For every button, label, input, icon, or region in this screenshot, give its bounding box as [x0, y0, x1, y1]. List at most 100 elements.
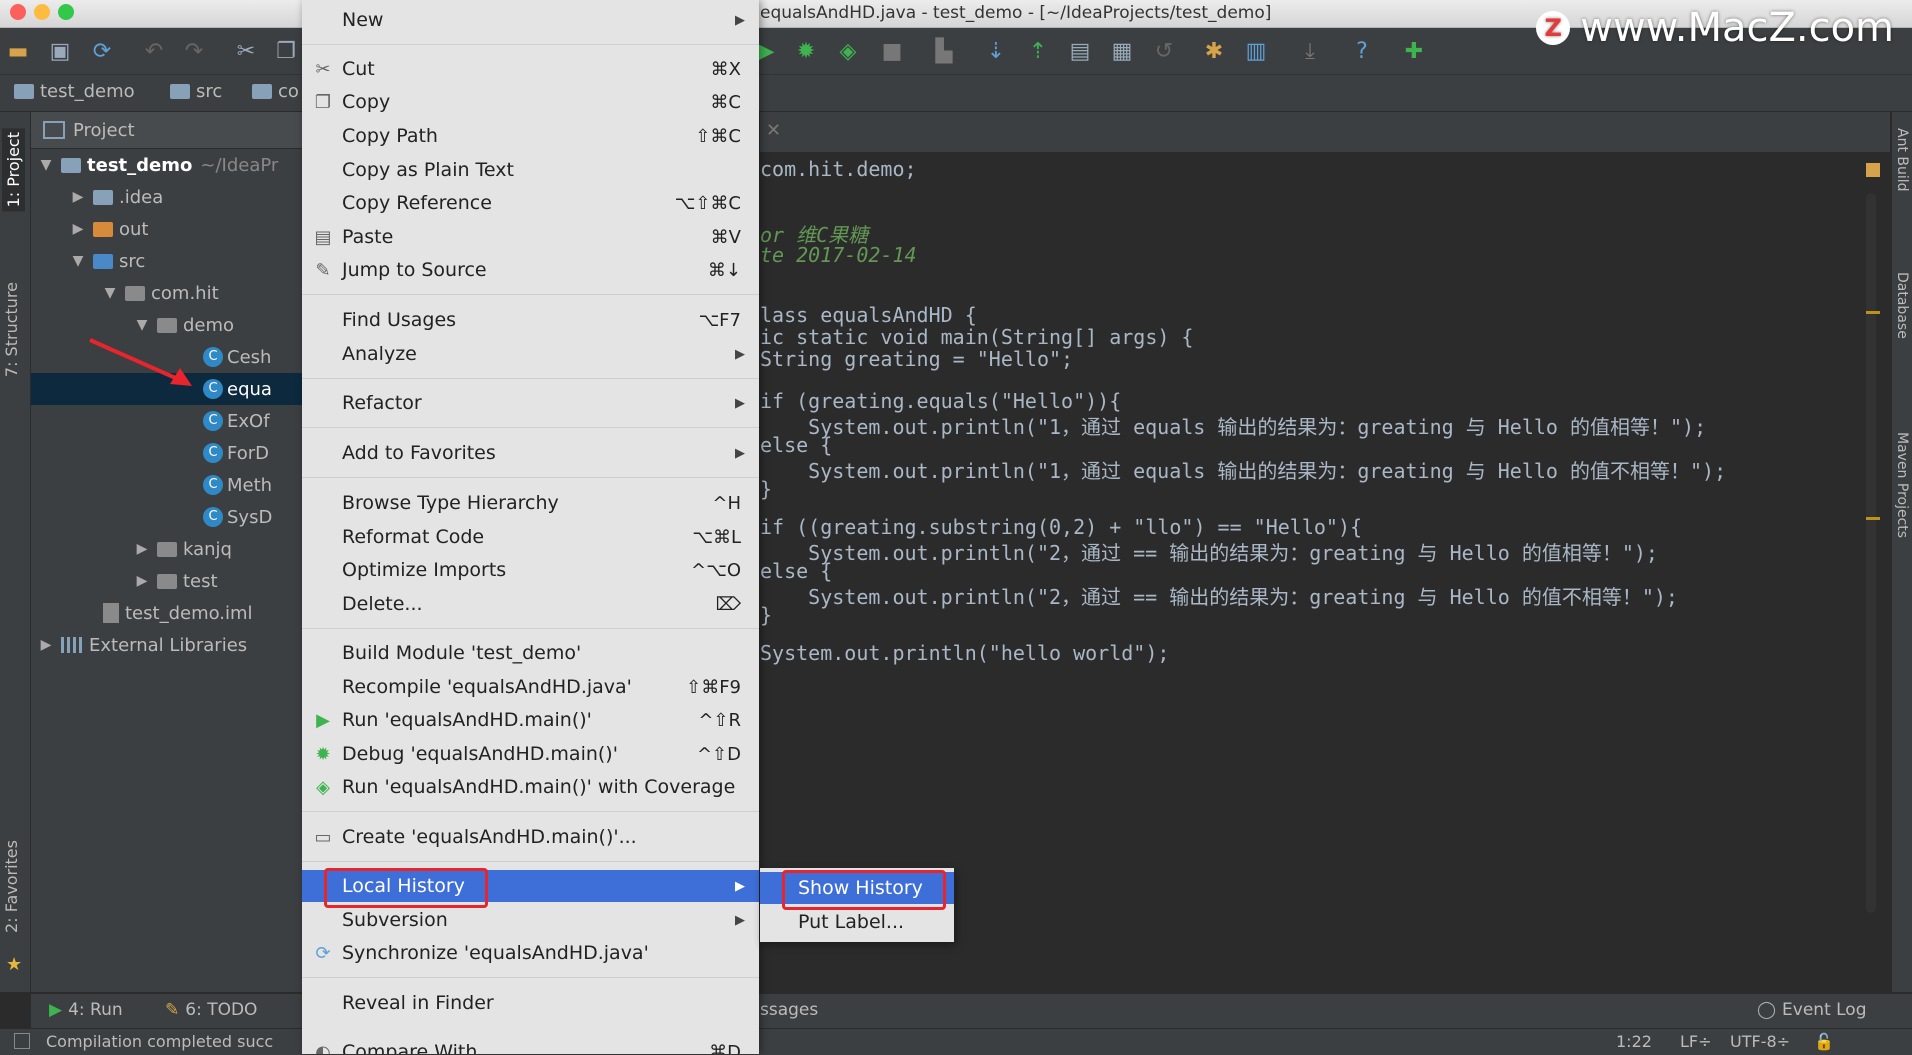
tree-node-demo[interactable]: ▼ demo — [31, 309, 303, 341]
menu-item-run[interactable]: ▶ Run 'equalsAndHD.main()' ^⇧R — [302, 704, 759, 736]
plugin-icon[interactable]: ✚ — [1400, 37, 1428, 65]
menu-item-copy-plain-text[interactable]: Copy as Plain Text — [302, 154, 759, 186]
menu-item-new[interactable]: New ▶ — [302, 4, 759, 36]
menu-item-subversion[interactable]: Subversion ▶ — [302, 904, 759, 936]
menu-item-build-module[interactable]: Build Module 'test_demo' — [302, 637, 759, 669]
menu-item-browse-type-hierarchy[interactable]: Browse Type Hierarchy ^H — [302, 487, 759, 519]
error-stripe-marker[interactable] — [1866, 311, 1880, 314]
menu-item-copy-reference[interactable]: Copy Reference ⌥⇧⌘C — [302, 187, 759, 219]
copy-icon[interactable]: ❐ — [272, 37, 300, 65]
menu-item-delete[interactable]: Delete... ⌦ — [302, 588, 759, 620]
expand-arrow-icon[interactable]: ▼ — [133, 317, 151, 333]
expand-arrow-icon[interactable]: ▼ — [69, 253, 87, 269]
tab-favorites[interactable]: 2: Favorites — [2, 840, 21, 933]
tab-ant-build[interactable]: Ant Build — [1894, 128, 1910, 192]
tab-todo[interactable]: ✎ 6: TODO — [165, 1000, 257, 1020]
collapse-arrow-icon[interactable]: ▶ — [69, 189, 87, 205]
vcs-commit-icon[interactable]: ⇡ — [1024, 37, 1052, 65]
settings-icon[interactable]: ✱ — [1200, 37, 1228, 65]
tree-node-class[interactable]: C ExOf — [31, 405, 303, 437]
editor-scrollbar[interactable] — [1866, 193, 1876, 913]
menu-item-synchronize[interactable]: ⟳ Synchronize 'equalsAndHD.java' — [302, 937, 759, 969]
collapse-arrow-icon[interactable]: ▶ — [133, 573, 151, 589]
menu-item-recompile[interactable]: Recompile 'equalsAndHD.java' ⇧⌘F9 — [302, 671, 759, 703]
menu-item-jump-to-source[interactable]: ✎ Jump to Source ⌘↓ — [302, 254, 759, 286]
sdk-icon[interactable]: ⤓ — [1296, 37, 1324, 65]
tab-project[interactable]: 1: Project — [2, 128, 25, 212]
menu-item-create-config[interactable]: ▭ Create 'equalsAndHD.main()'... — [302, 821, 759, 853]
tab-maven-projects[interactable]: Maven Projects — [1894, 432, 1910, 538]
menu-item-copy[interactable]: ❐ Copy ⌘C — [302, 86, 759, 118]
help-icon[interactable]: ? — [1348, 37, 1376, 65]
debug-icon[interactable]: ✹ — [792, 37, 820, 65]
tree-node-package[interactable]: ▼ com.hit — [31, 277, 303, 309]
menu-item-optimize-imports[interactable]: Optimize Imports ^⌥O — [302, 554, 759, 586]
code-editor[interactable]: com.hit.demo; or 维C果糖 te 2017-02-14 lass… — [760, 153, 1890, 992]
tab-event-log[interactable]: ◯ Event Log — [1757, 1000, 1867, 1020]
menu-item-paste[interactable]: ▤ Paste ⌘V — [302, 221, 759, 253]
menu-item-put-label[interactable]: Put Label... — [760, 906, 954, 938]
coverage-icon[interactable]: ◈ — [834, 37, 862, 65]
tool-window-toggle-icon[interactable] — [14, 1033, 30, 1049]
tree-node-iml[interactable]: test_demo.iml — [31, 597, 303, 629]
stop-icon[interactable]: ■ — [878, 37, 906, 65]
sync-icon[interactable]: ⟳ — [88, 37, 116, 65]
tree-node-class[interactable]: C Meth — [31, 469, 303, 501]
menu-item-reveal-in-finder[interactable]: Reveal in Finder — [302, 987, 759, 1019]
menu-item-refactor[interactable]: Refactor ▶ — [302, 387, 759, 419]
save-icon[interactable]: ▣ — [46, 37, 74, 65]
expand-arrow-icon[interactable]: ▼ — [101, 285, 119, 301]
revert-icon[interactable]: ↺ — [1150, 37, 1178, 65]
tab-messages[interactable]: ssages — [760, 1000, 818, 1020]
breadcrumb-project[interactable]: test_demo — [14, 81, 135, 102]
menu-item-cut[interactable]: ✂ Cut ⌘X — [302, 53, 759, 85]
minimize-window-button[interactable] — [34, 4, 50, 20]
redo-icon[interactable]: ↷ — [180, 37, 208, 65]
vcs-compare-icon[interactable]: ▦ — [1108, 37, 1136, 65]
bookmark-icon[interactable]: ▙ — [930, 37, 958, 65]
project-structure-icon[interactable]: ▥ — [1242, 37, 1270, 65]
breadcrumb-src[interactable]: src — [170, 81, 222, 102]
close-window-button[interactable] — [10, 4, 26, 20]
tab-database[interactable]: Database — [1894, 272, 1910, 339]
menu-item-add-to-favorites[interactable]: Add to Favorites ▶ — [302, 437, 759, 469]
tree-node-out[interactable]: ▶ out — [31, 213, 303, 245]
vcs-update-icon[interactable]: ⇣ — [982, 37, 1010, 65]
tree-node-class[interactable]: C SysD — [31, 501, 303, 533]
menu-item-compare-with[interactable]: ◐ Compare With... ⌘D — [302, 1036, 759, 1054]
tree-node-class[interactable]: C ForD — [31, 437, 303, 469]
tab-structure[interactable]: 7: Structure — [2, 282, 21, 377]
tree-node-src[interactable]: ▼ src — [31, 245, 303, 277]
close-tab-icon[interactable]: ✕ — [766, 120, 781, 141]
breadcrumb-package[interactable]: co — [252, 81, 299, 102]
collapse-arrow-icon[interactable]: ▶ — [69, 221, 87, 237]
menu-item-analyze[interactable]: Analyze ▶ — [302, 338, 759, 370]
cut-icon[interactable]: ✂ — [232, 37, 260, 65]
tree-node-idea[interactable]: ▶ .idea — [31, 181, 303, 213]
vcs-history-icon[interactable]: ▤ — [1066, 37, 1094, 65]
collapse-arrow-icon[interactable]: ▶ — [133, 541, 151, 557]
menu-item-reformat-code[interactable]: Reformat Code ⌥⌘L — [302, 521, 759, 553]
undo-icon[interactable]: ↶ — [140, 37, 168, 65]
menu-item-label: Refactor — [342, 392, 422, 414]
menu-item-debug[interactable]: ✹ Debug 'equalsAndHD.main()' ^⇧D — [302, 738, 759, 770]
expand-arrow-icon[interactable]: ▼ — [37, 157, 55, 173]
collapse-arrow-icon[interactable]: ▶ — [37, 637, 55, 653]
tree-node-test[interactable]: ▶ test — [31, 565, 303, 597]
error-stripe-marker[interactable] — [1866, 517, 1880, 520]
zoom-window-button[interactable] — [58, 4, 74, 20]
tree-node-external-libraries[interactable]: ▶ External Libraries — [31, 629, 303, 661]
menu-item-run-coverage[interactable]: ◈ Run 'equalsAndHD.main()' with Coverage — [302, 771, 759, 803]
tree-node-kanjq[interactable]: ▶ kanjq — [31, 533, 303, 565]
file-encoding[interactable]: UTF-8÷ — [1730, 1032, 1790, 1051]
tree-label: test_demo.iml — [125, 602, 253, 624]
menu-item-find-usages[interactable]: Find Usages ⌥F7 — [302, 304, 759, 336]
tree-node-root[interactable]: ▼ test_demo ~/IdeaPr — [31, 149, 303, 181]
caret-position[interactable]: 1:22 — [1616, 1032, 1652, 1051]
line-separator[interactable]: LF÷ — [1680, 1032, 1712, 1051]
lock-icon[interactable]: 🔓 — [1814, 1032, 1834, 1051]
tab-run[interactable]: ▶ 4: Run — [49, 1000, 123, 1020]
menu-item-copy-path[interactable]: Copy Path ⇧⌘C — [302, 120, 759, 152]
inspection-status-icon[interactable] — [1866, 163, 1880, 177]
open-folder-icon[interactable]: ▬ — [4, 37, 32, 65]
